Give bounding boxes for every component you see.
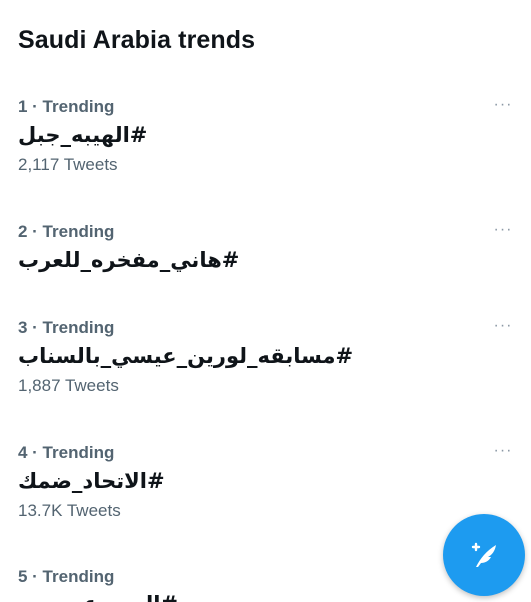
more-options-icon[interactable]: ··· xyxy=(489,441,517,461)
trend-rank-label: 4 · Trending xyxy=(18,443,115,462)
trend-rank-label: 3 · Trending xyxy=(18,318,115,337)
trend-hashtag-cutoff[interactable]: #اليوم_عيد xyxy=(18,592,178,602)
page-title: Saudi Arabia trends xyxy=(18,26,256,54)
trend-hashtag[interactable]: #الاتحاد_ضمك xyxy=(18,469,165,493)
compose-tweet-icon xyxy=(471,542,496,567)
more-options-icon[interactable]: ··· xyxy=(489,95,517,115)
trend-rank-label: 2 · Trending xyxy=(18,222,115,241)
more-options-icon[interactable]: ··· xyxy=(489,316,517,336)
trend-hashtag[interactable]: #مسابقه_لورين_عيسي_بالسناب xyxy=(18,344,353,368)
compose-tweet-button[interactable] xyxy=(443,514,525,596)
trend-rank-label: 5 · Trending xyxy=(18,567,115,586)
trend-hashtag[interactable]: #الهيبه_جبل xyxy=(18,123,147,147)
trend-rank-label: 1 · Trending xyxy=(18,97,115,116)
more-options-icon[interactable]: ··· xyxy=(489,220,517,240)
trend-tweet-count: 2,117 Tweets xyxy=(18,155,118,174)
trend-tweet-count: 13.7K Tweets xyxy=(18,501,121,520)
trend-hashtag[interactable]: #اليوم_عيد xyxy=(18,592,178,602)
trend-hashtag[interactable]: #هاني_مفخره_للعرب xyxy=(18,248,239,272)
trend-tweet-count: 1,887 Tweets xyxy=(18,376,119,395)
